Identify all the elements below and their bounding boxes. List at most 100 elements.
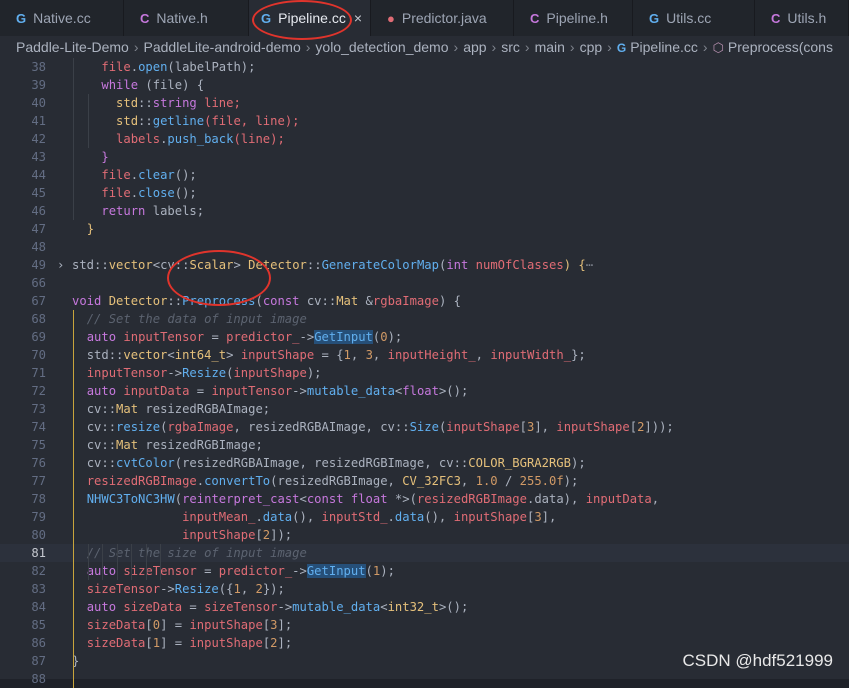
code-token: inputTensor	[211, 384, 293, 398]
code-token: inputShape	[233, 366, 307, 380]
code-token: .	[196, 474, 205, 488]
breadcrumb-item[interactable]: Pipeline.cc	[630, 39, 698, 55]
code-token: std	[116, 114, 139, 128]
code-line[interactable]: 39 while (file) {	[0, 76, 849, 94]
code-line[interactable]: 67 void Detector::Preprocess(const cv::Ma…	[0, 292, 849, 310]
breadcrumb-item[interactable]: Paddle-Lite-Demo	[16, 39, 129, 55]
chevron-right-icon: ›	[133, 39, 139, 55]
code-line[interactable]: 47 }	[0, 220, 849, 238]
code-line[interactable]: 70 std::vector<int64_t> inputShape = {1,…	[0, 346, 849, 364]
code-text: inputShape[2]);	[72, 526, 292, 544]
code-line[interactable]: 88	[0, 670, 849, 688]
code-line[interactable]: 85 sizeData[0] = inputShape[3];	[0, 616, 849, 634]
code-line[interactable]: 82 auto sizeTensor = predictor_->GetInpu…	[0, 562, 849, 580]
code-line[interactable]: 71 inputTensor->Resize(inputShape);	[0, 364, 849, 382]
code-editor[interactable]: 38 file.open(labelPath); 39 while (file) …	[0, 58, 849, 688]
tab-native-h[interactable]: C Native.h	[124, 0, 249, 36]
tab-native-cc[interactable]: G Native.cc	[0, 0, 124, 36]
code-token: mutable_data	[292, 600, 381, 614]
code-line[interactable]: 68 // Set the data of input image	[0, 310, 849, 328]
line-number: 71	[31, 366, 46, 380]
cpp-file-icon: G	[616, 41, 627, 55]
code-token: , resizedRGBAImage, cv::	[233, 420, 410, 434]
code-token: [	[629, 420, 638, 434]
tab-predictor-java[interactable]: ● Predictor.java	[371, 0, 514, 36]
code-token: Mat	[336, 294, 359, 308]
code-line[interactable]: 74 cv::resize(rgbaImage, resizedRGBAImag…	[0, 418, 849, 436]
line-number: 77	[31, 474, 46, 488]
code-token: ] =	[160, 618, 190, 632]
tab-utils-cc[interactable]: G Utils.cc	[633, 0, 755, 36]
code-line[interactable]: 45 file.close();	[0, 184, 849, 202]
code-line[interactable]: 48	[0, 238, 849, 256]
code-token: *>(	[387, 492, 417, 506]
close-tab-icon[interactable]: ×	[354, 10, 362, 26]
code-line[interactable]: 79 inputMean_.data(), inputStd_.data(), …	[0, 508, 849, 526]
breadcrumb-item[interactable]: src	[501, 39, 520, 55]
code-line[interactable]: 44 file.clear();	[0, 166, 849, 184]
code-line[interactable]: 73 cv::Mat resizedRGBAImage;	[0, 400, 849, 418]
code-token: 3	[365, 348, 373, 362]
code-line[interactable]: 86 sizeData[1] = inputShape[2];	[0, 634, 849, 652]
code-line[interactable]: 42 labels.push_back(line);	[0, 130, 849, 148]
code-line[interactable]: 72 auto inputData = inputTensor->mutable…	[0, 382, 849, 400]
code-token: <	[167, 348, 175, 362]
breadcrumb-item[interactable]: yolo_detection_demo	[315, 39, 448, 55]
code-token: ();	[174, 186, 197, 200]
code-line[interactable]: 43 }	[0, 148, 849, 166]
code-line[interactable]: 46 return labels;	[0, 202, 849, 220]
code-line[interactable]: 81 // Set the size of input image	[0, 544, 849, 562]
code-line[interactable]: 69 auto inputTensor = predictor_->GetInp…	[0, 328, 849, 346]
code-line[interactable]: 75 cv::Mat resizedRGBImage;	[0, 436, 849, 454]
breadcrumb-item[interactable]: cpp	[580, 39, 603, 55]
breadcrumb-item[interactable]: PaddleLite-android-demo	[144, 39, 301, 55]
code-token: ,	[651, 492, 660, 506]
code-line[interactable]: 40 std::string line;	[0, 94, 849, 112]
code-token: 1.0	[475, 474, 498, 488]
tab-utils-h[interactable]: C Utils.h	[755, 0, 849, 36]
code-token: 1	[152, 636, 161, 650]
code-token: int64_t	[174, 348, 227, 362]
code-line[interactable]: 84 auto sizeData = sizeTensor->mutable_d…	[0, 598, 849, 616]
tab-label: Pipeline.cc	[278, 10, 346, 26]
breadcrumb-item[interactable]: app	[463, 39, 486, 55]
code-token: std	[116, 96, 139, 110]
code-token: sizeData	[86, 636, 146, 650]
code-line[interactable]: 80 inputShape[2]);	[0, 526, 849, 544]
line-number: 48	[31, 240, 46, 254]
code-line[interactable]: 83 sizeTensor->Resize({1, 2});	[0, 580, 849, 598]
code-line[interactable]: 77 resizedRGBImage.convertTo(resizedRGBI…	[0, 472, 849, 490]
code-line[interactable]: 41 std::getline(file, line);	[0, 112, 849, 130]
code-token: float	[402, 384, 439, 398]
chevron-right-icon: ›	[305, 39, 311, 55]
code-line[interactable]: 76 cv::cvtColor(resizedRGBAImage, resize…	[0, 454, 849, 472]
line-number: 47	[31, 222, 46, 236]
indent-guide	[73, 58, 74, 220]
breadcrumb-item[interactable]: Preprocess(cons	[728, 39, 833, 55]
tab-pipeline-cc[interactable]: G Pipeline.cc ×	[249, 0, 371, 36]
code-token: .	[130, 168, 139, 182]
code-line[interactable]: 66	[0, 274, 849, 292]
code-line[interactable]: 78 NHWC3ToNC3HW(reinterpret_cast<const f…	[0, 490, 849, 508]
tab-pipeline-h[interactable]: C Pipeline.h	[514, 0, 633, 36]
code-token: .	[387, 510, 395, 524]
code-token: cv::	[299, 294, 337, 308]
code-token: ::	[94, 258, 109, 272]
code-text: cv::cvtColor(resizedRGBAImage, resizedRG…	[72, 454, 586, 472]
cpp-file-icon: G	[16, 10, 27, 26]
code-token: open	[138, 60, 168, 74]
code-token: ::	[306, 258, 322, 272]
code-line[interactable]: 38 file.open(labelPath);	[0, 58, 849, 76]
fold-chevron-icon[interactable]: ›	[57, 256, 64, 274]
code-line[interactable]: 49 › std::vector<cv::Scalar> Detector::Gen…	[0, 256, 849, 274]
breadcrumb-item[interactable]: main	[535, 39, 565, 55]
code-token: ]);	[270, 528, 293, 542]
code-token: vector	[123, 348, 168, 362]
